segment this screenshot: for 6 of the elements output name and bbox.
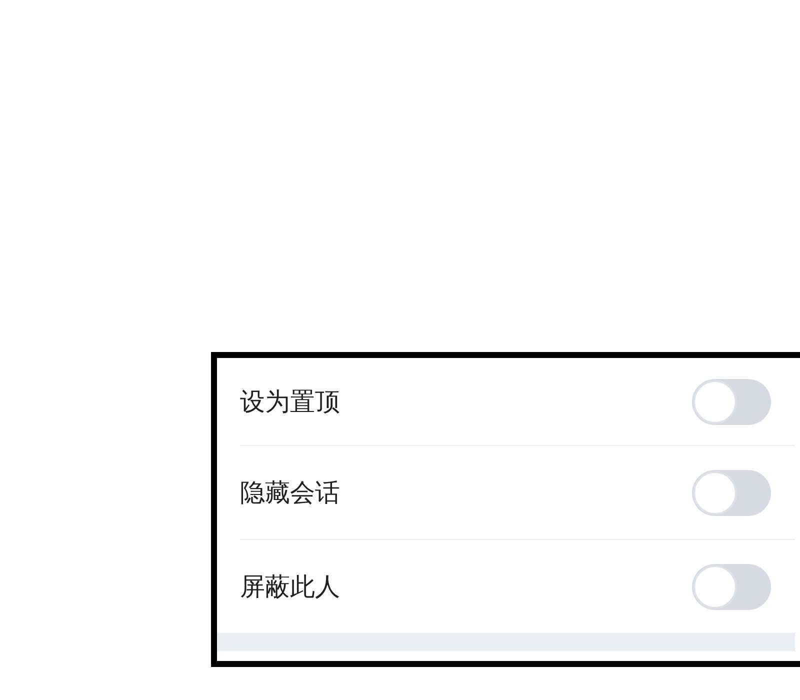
setting-label: 设为置顶 bbox=[240, 386, 340, 416]
toggle-switch[interactable] bbox=[692, 470, 771, 516]
setting-label: 隐藏会话 bbox=[240, 478, 340, 508]
toggle-switch[interactable] bbox=[692, 378, 771, 424]
toggle-switch[interactable] bbox=[692, 564, 771, 610]
setting-label: 屏蔽此人 bbox=[240, 572, 340, 602]
